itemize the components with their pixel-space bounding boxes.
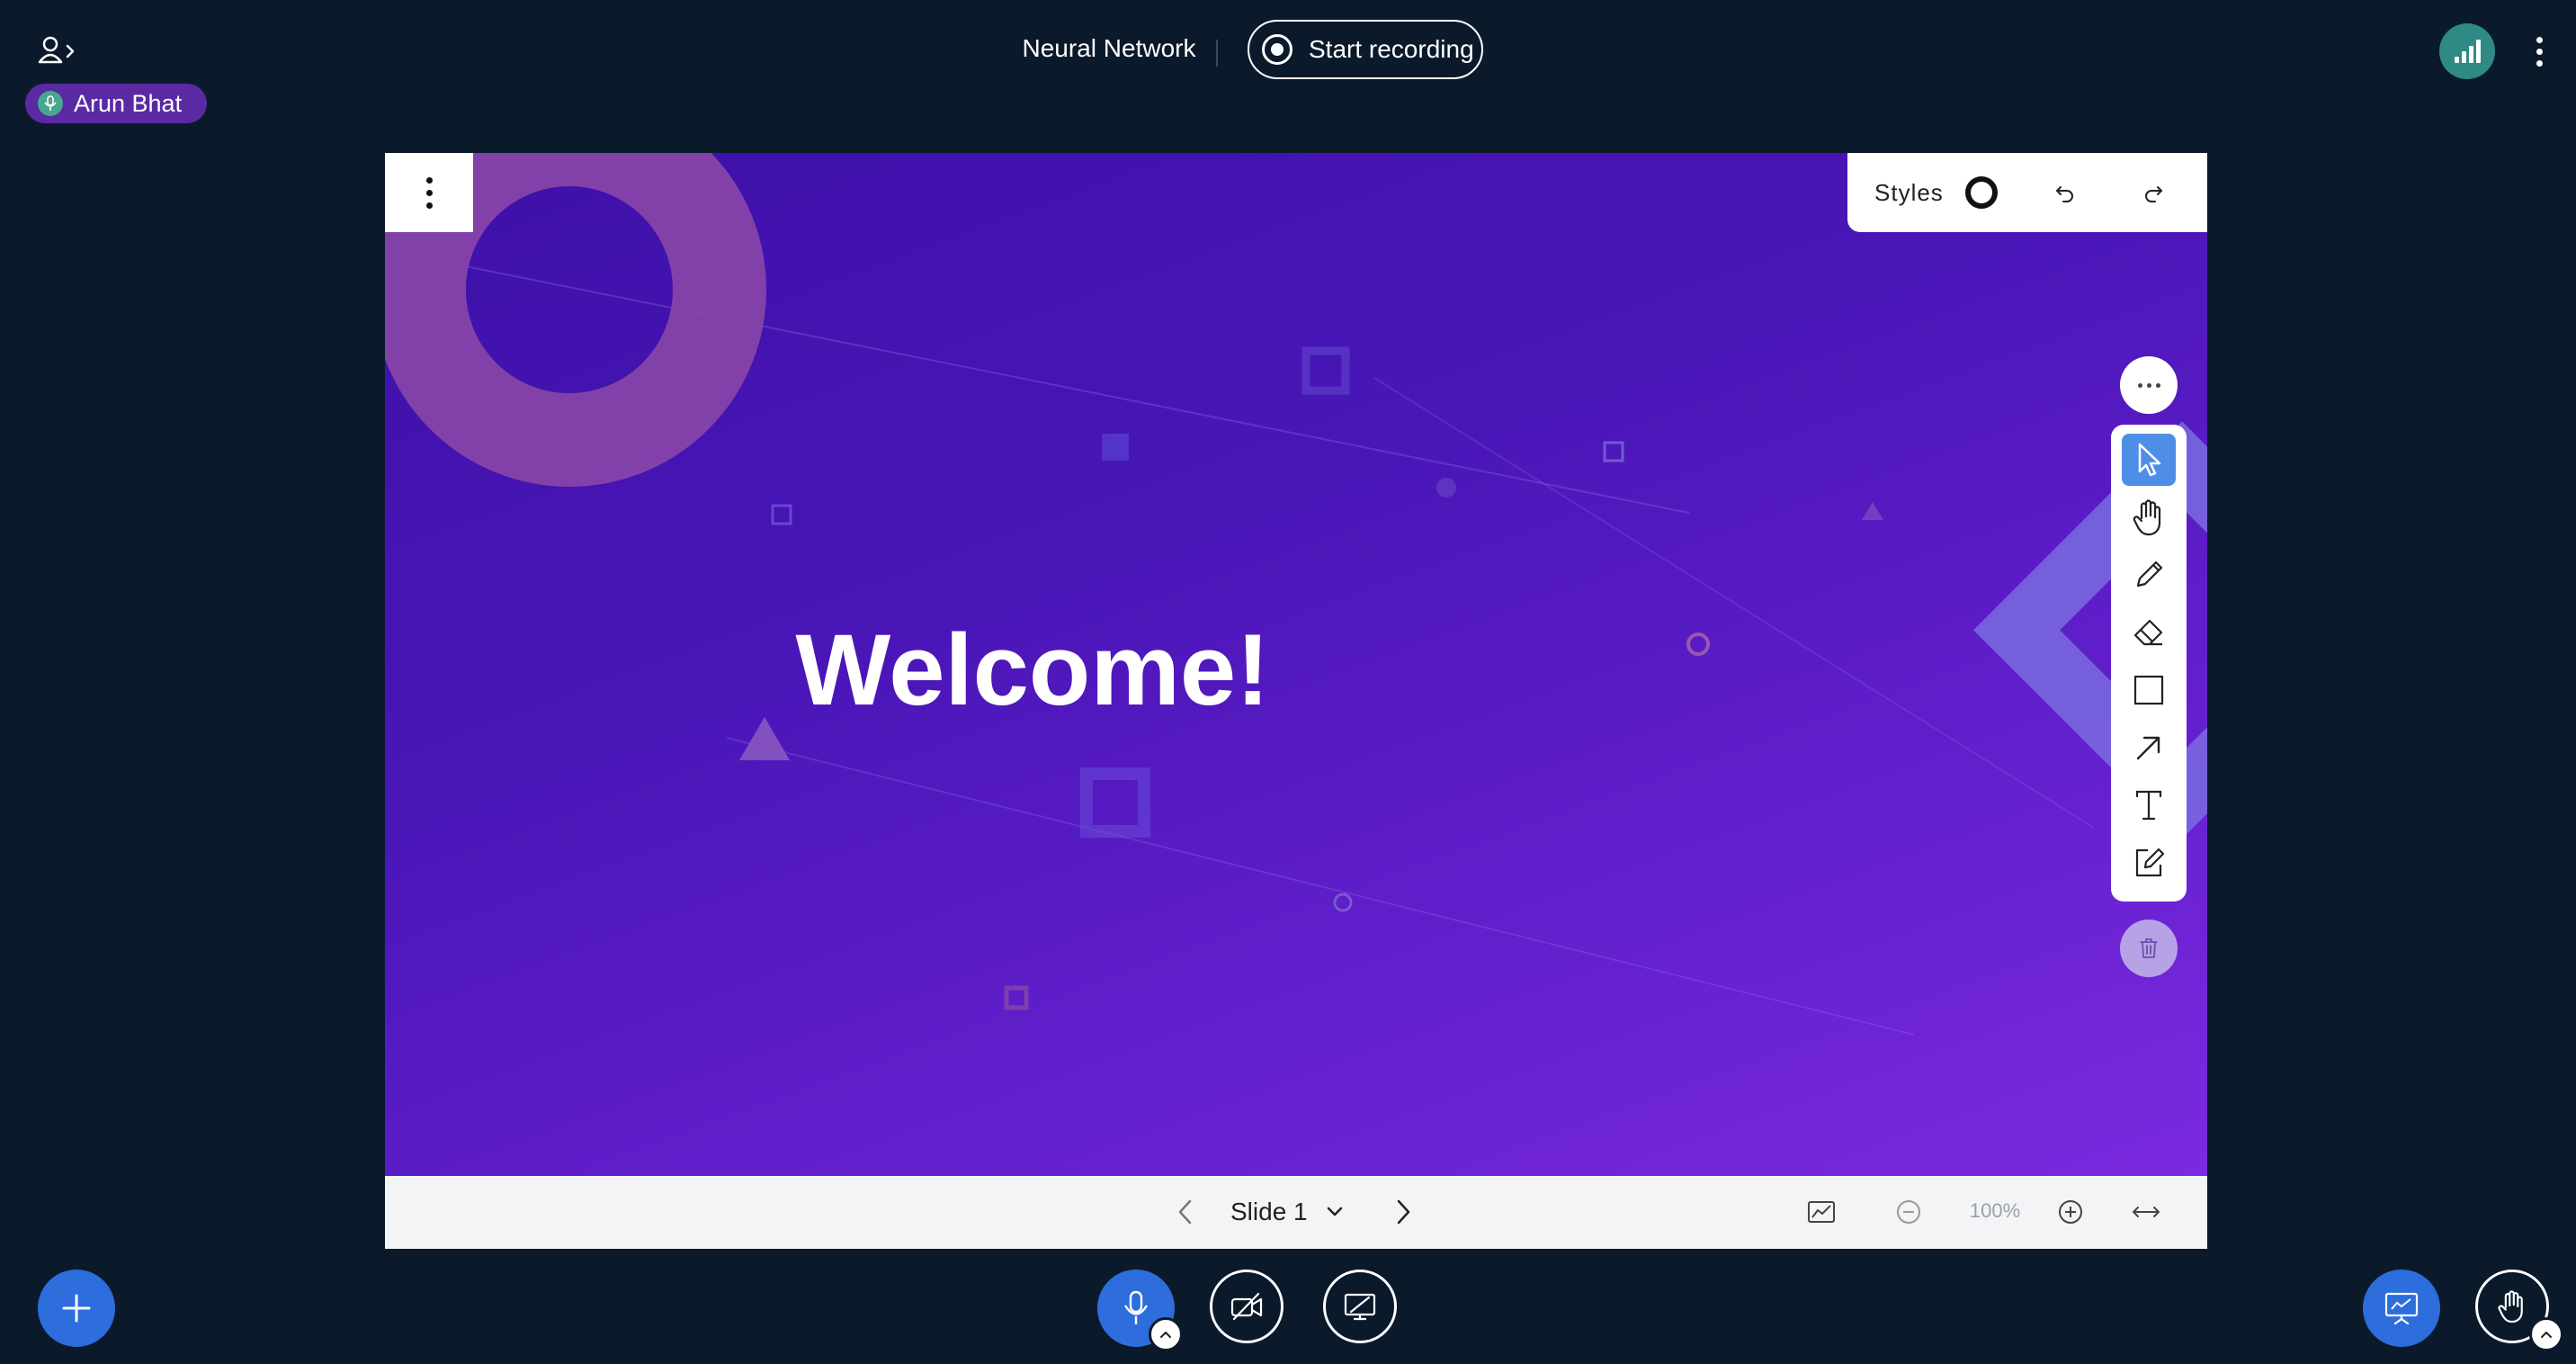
slide-select[interactable]: Slide 1 [1230, 1192, 1353, 1232]
user-list-toggle-button[interactable] [32, 32, 83, 68]
signal-bars-icon [2454, 39, 2481, 64]
microphone-icon [1123, 1290, 1149, 1326]
previous-slide-button[interactable] [1166, 1192, 1205, 1232]
fit-to-width-button[interactable] [2126, 1192, 2166, 1232]
presentation-area: Welcome! Styles Slide 1 100% [385, 153, 2207, 1249]
meeting-title: Neural Network [1022, 34, 1196, 62]
text-icon [2133, 789, 2164, 821]
styles-panel: Styles [1847, 153, 2207, 232]
fit-width-icon [2131, 1203, 2161, 1221]
talker-name: Arun Bhat [74, 89, 183, 117]
chevron-up-icon [1159, 1330, 1172, 1339]
trash-icon [2139, 938, 2159, 959]
sticky-note-icon [2132, 846, 2166, 880]
zoom-out-icon [1895, 1198, 1922, 1225]
video-off-icon [1230, 1292, 1264, 1321]
arrow-icon [2133, 732, 2164, 763]
start-recording-label: Start recording [1309, 35, 1474, 63]
hand-icon [2497, 1289, 2527, 1324]
delete-button[interactable] [2120, 920, 2178, 977]
connection-status-button[interactable] [2439, 23, 2495, 79]
plus-icon [60, 1292, 93, 1324]
vertical-dots-icon [425, 176, 433, 184]
zoom-out-button[interactable] [1889, 1192, 1928, 1232]
reactions-menu-button[interactable] [2529, 1317, 2563, 1351]
audio-settings-button[interactable] [1149, 1317, 1183, 1351]
undo-icon[interactable] [2055, 183, 2075, 202]
tool-select[interactable] [2122, 434, 2176, 486]
pointer-icon [2133, 442, 2165, 478]
eraser-icon [2132, 616, 2166, 649]
pencil-icon [2133, 559, 2165, 591]
slide-canvas[interactable]: Welcome! [385, 153, 2207, 1176]
record-icon [1262, 34, 1292, 65]
options-menu-button[interactable] [2526, 31, 2553, 72]
tool-rectangle[interactable] [2122, 664, 2176, 716]
style-color-swatch[interactable] [1964, 176, 1998, 209]
slide-navigation-bar: Slide 1 100% [385, 1176, 2207, 1249]
presentation-icon [2384, 1291, 2419, 1325]
tool-pan[interactable] [2122, 491, 2176, 543]
user-list-toggle-icon [38, 35, 77, 66]
horizontal-dots-icon [2137, 382, 2142, 388]
zoom-in-icon [2057, 1198, 2084, 1225]
share-webcam-button[interactable] [1210, 1270, 1284, 1343]
actions-button[interactable] [38, 1270, 115, 1347]
slide-title: Welcome! [795, 614, 1270, 726]
whiteboard-toolbar [2111, 425, 2187, 902]
toggle-presentation-button[interactable] [1802, 1192, 1841, 1232]
rectangle-icon [2133, 674, 2165, 706]
tool-eraser[interactable] [2122, 606, 2176, 659]
chevron-left-icon [1176, 1198, 1194, 1225]
start-recording-button[interactable]: Start recording [1248, 20, 1483, 79]
zoom-level: 100% [1969, 1199, 2021, 1222]
styles-label[interactable]: Styles [1874, 179, 1944, 207]
presentation-options-button[interactable] [385, 153, 473, 232]
tool-text[interactable] [2122, 779, 2176, 831]
tool-note[interactable] [2122, 837, 2176, 889]
vertical-dots-icon [2536, 36, 2543, 43]
redo-icon[interactable] [2143, 183, 2163, 202]
screen-share-off-icon [1343, 1291, 1377, 1322]
title-divider [1216, 40, 1218, 67]
talking-indicator[interactable]: Arun Bhat [25, 84, 208, 123]
more-tools-button[interactable] [2120, 356, 2178, 414]
hand-icon [2132, 498, 2166, 536]
slide-label: Slide 1 [1230, 1198, 1308, 1225]
presentation-chart-icon [1807, 1200, 1836, 1224]
chevron-down-icon [1326, 1206, 1344, 1218]
tool-draw[interactable] [2122, 549, 2176, 601]
microphone-icon [38, 91, 63, 116]
next-slide-button[interactable] [1383, 1192, 1423, 1232]
zoom-in-button[interactable] [2051, 1192, 2090, 1232]
chevron-right-icon [1394, 1198, 1412, 1225]
share-screen-button[interactable] [1323, 1270, 1397, 1343]
chevron-up-icon [2540, 1330, 2553, 1339]
toggle-presentation-button[interactable] [2363, 1270, 2440, 1347]
tool-arrow[interactable] [2122, 722, 2176, 774]
